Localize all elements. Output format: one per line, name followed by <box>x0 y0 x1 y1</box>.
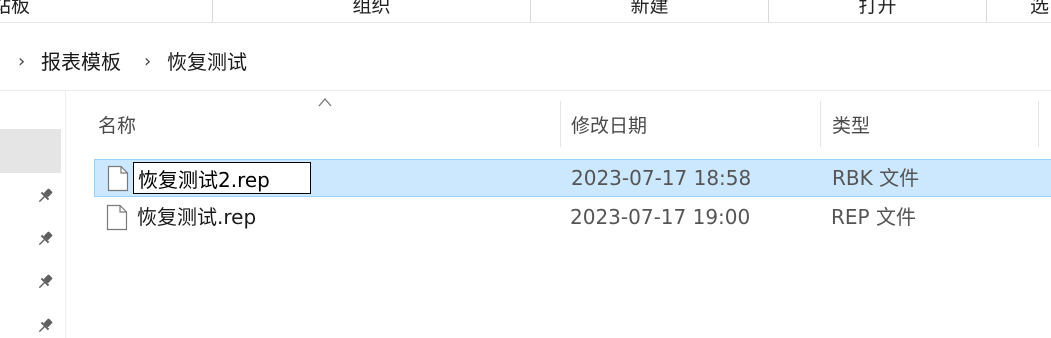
nav-item-selected[interactable] <box>0 129 61 173</box>
file-type: REP 文件 <box>831 205 916 229</box>
file-icon <box>106 204 128 231</box>
column-divider[interactable] <box>820 101 821 147</box>
ribbon-group-select[interactable]: 选 <box>1030 0 1051 20</box>
pin-icon[interactable] <box>36 273 54 291</box>
chevron-right-icon[interactable]: › <box>18 48 25 76</box>
chevron-right-icon[interactable]: › <box>144 48 151 76</box>
column-header-date-modified[interactable]: 修改日期 <box>571 113 647 139</box>
breadcrumb-item-recovery-test[interactable]: 恢复测试 <box>167 48 247 76</box>
file-name[interactable]: 恢复测试.rep <box>137 203 256 231</box>
column-header-type[interactable]: 类型 <box>832 113 870 139</box>
file-type: RBK 文件 <box>832 166 920 190</box>
ribbon-group-clipboard[interactable]: 站板 <box>0 0 36 20</box>
breadcrumb: › 报表模板 › 恢复测试 <box>0 34 1051 91</box>
sort-ascending-icon <box>318 98 332 107</box>
file-date-modified: 2023-07-17 18:58 <box>571 166 752 190</box>
pin-icon[interactable] <box>36 230 54 248</box>
pin-icon[interactable] <box>36 317 54 335</box>
ribbon: 站板 组织 新建 打开 选 <box>0 0 1051 23</box>
file-row[interactable]: 恢复测试.rep 2023-07-17 19:00 REP 文件 <box>94 199 1051 237</box>
breadcrumb-item-report-templates[interactable]: 报表模板 <box>41 48 121 76</box>
column-header-name[interactable]: 名称 <box>98 113 136 139</box>
pin-icon[interactable] <box>36 187 54 205</box>
column-header-row: 名称 修改日期 类型 <box>66 91 1051 149</box>
ribbon-group-organize[interactable]: 组织 <box>213 0 530 20</box>
file-row[interactable]: 2023-07-17 18:58 RBK 文件 <box>94 159 1051 197</box>
rename-input[interactable] <box>133 162 311 194</box>
ribbon-divider <box>986 0 987 22</box>
file-icon <box>107 165 129 192</box>
column-divider[interactable] <box>1038 101 1039 147</box>
ribbon-group-new[interactable]: 新建 <box>531 0 768 20</box>
ribbon-group-open[interactable]: 打开 <box>769 0 986 20</box>
column-divider[interactable] <box>560 101 561 147</box>
navigation-pane <box>0 91 66 338</box>
file-date-modified: 2023-07-17 19:00 <box>570 205 751 229</box>
